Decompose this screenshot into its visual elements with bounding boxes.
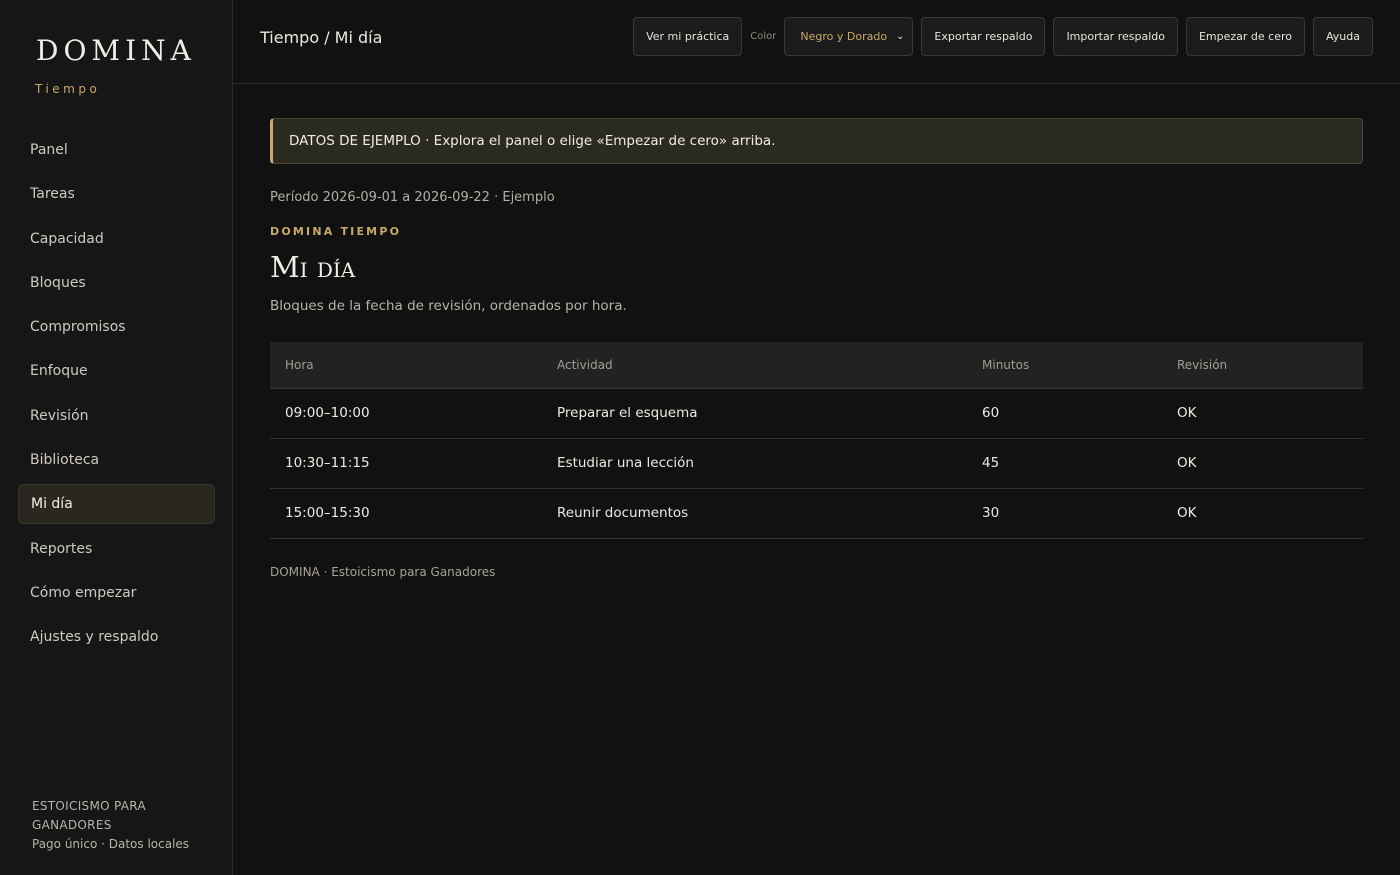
cell-actividad: Estudiar una lección [542, 438, 967, 489]
chevron-down-icon: ⌄ [896, 31, 905, 42]
sidebar-item-compromisos[interactable]: Compromisos [18, 307, 215, 347]
cell-revision: OK [1162, 488, 1363, 539]
cell-hora: 10:30–11:15 [270, 438, 542, 489]
app-window: DOMINA Tiempo Panel Tareas Capacidad Blo… [0, 0, 1400, 875]
sidebar-item-reportes[interactable]: Reportes [18, 529, 215, 569]
cell-hora: 15:00–15:30 [270, 488, 542, 539]
sidebar-footer-line3: Pago único · Datos locales [32, 837, 190, 851]
table-row: 09:00–10:00 Preparar el esquema 60 OK [270, 388, 1363, 439]
brand-subtitle: Tiempo [35, 82, 101, 96]
sidebar-item-biblioteca[interactable]: Biblioteca [18, 440, 215, 480]
export-backup-button[interactable]: Exportar respaldo [921, 17, 1046, 56]
help-button[interactable]: Ayuda [1313, 17, 1373, 56]
period-text: Período 2026-09-01 a 2026-09-22 · Ejempl… [270, 190, 555, 205]
main-area: Tiempo / Mi día Ver mi práctica Color Ne… [233, 0, 1400, 875]
sidebar-footer: ESTOICISMO PARA GANADORES Pago único · D… [32, 797, 212, 854]
cell-actividad: Reunir documentos [542, 488, 967, 539]
cell-minutos: 30 [967, 488, 1162, 539]
page-footer: DOMINA · Estoicismo para Ganadores [270, 564, 496, 579]
page-eyebrow: DOMINA TIEMPO [270, 225, 402, 238]
sidebar-item-panel[interactable]: Panel [18, 130, 215, 170]
table-header-row: Hora Actividad Minutos Revisión [270, 342, 1363, 389]
cell-minutos: 45 [967, 438, 1162, 489]
sidebar-item-bloques[interactable]: Bloques [18, 263, 215, 303]
sidebar-item-tareas[interactable]: Tareas [18, 174, 215, 214]
brand-logo: DOMINA [36, 34, 196, 67]
toolbar: Ver mi práctica Color Negro y Dorado ⌄ E… [633, 17, 1373, 56]
breadcrumb: Tiempo / Mi día [260, 28, 383, 47]
cell-revision: OK [1162, 388, 1363, 439]
reset-button[interactable]: Empezar de cero [1185, 17, 1306, 56]
color-select-value: Negro y Dorado [800, 30, 888, 43]
column-header-minutos: Minutos [967, 342, 1162, 389]
column-header-hora: Hora [270, 342, 542, 389]
sample-data-banner: DATOS DE EJEMPLO · Explora el panel o el… [270, 118, 1363, 164]
sidebar-footer-line1: ESTOICISMO PARA [32, 799, 146, 813]
topbar: Tiempo / Mi día Ver mi práctica Color Ne… [233, 0, 1400, 84]
sidebar-item-revision[interactable]: Revisión [18, 396, 215, 436]
cell-minutos: 60 [967, 388, 1162, 439]
sidebar-item-ajustes[interactable]: Ajustes y respaldo [18, 617, 215, 657]
sidebar-item-mi-dia[interactable]: Mi día [18, 484, 215, 525]
sidebar-nav: Panel Tareas Capacidad Bloques Compromis… [18, 130, 215, 662]
import-backup-button[interactable]: Importar respaldo [1053, 17, 1178, 56]
column-header-revision: Revisión [1162, 342, 1363, 389]
page-title: Mi día [270, 250, 356, 284]
cell-revision: OK [1162, 438, 1363, 489]
cell-hora: 09:00–10:00 [270, 388, 542, 439]
page-content: DATOS DE EJEMPLO · Explora el panel o el… [270, 118, 1363, 579]
day-blocks-table: Hora Actividad Minutos Revisión 09:00–10… [270, 342, 1363, 539]
table-row: 10:30–11:15 Estudiar una lección 45 OK [270, 438, 1363, 489]
color-select[interactable]: Negro y Dorado ⌄ [784, 17, 914, 56]
sidebar-item-enfoque[interactable]: Enfoque [18, 351, 215, 391]
page-description: Bloques de la fecha de revisión, ordenad… [270, 298, 627, 314]
sidebar: DOMINA Tiempo Panel Tareas Capacidad Blo… [0, 0, 233, 875]
table-row: 15:00–15:30 Reunir documentos 30 OK [270, 488, 1363, 539]
sidebar-footer-line2: GANADORES [32, 818, 112, 832]
sidebar-item-capacidad[interactable]: Capacidad [18, 219, 215, 259]
cell-actividad: Preparar el esquema [542, 388, 967, 439]
column-header-actividad: Actividad [542, 342, 967, 389]
sidebar-item-como-empezar[interactable]: Cómo empezar [18, 573, 215, 613]
view-practice-button[interactable]: Ver mi práctica [633, 17, 743, 56]
color-label: Color [750, 31, 777, 42]
